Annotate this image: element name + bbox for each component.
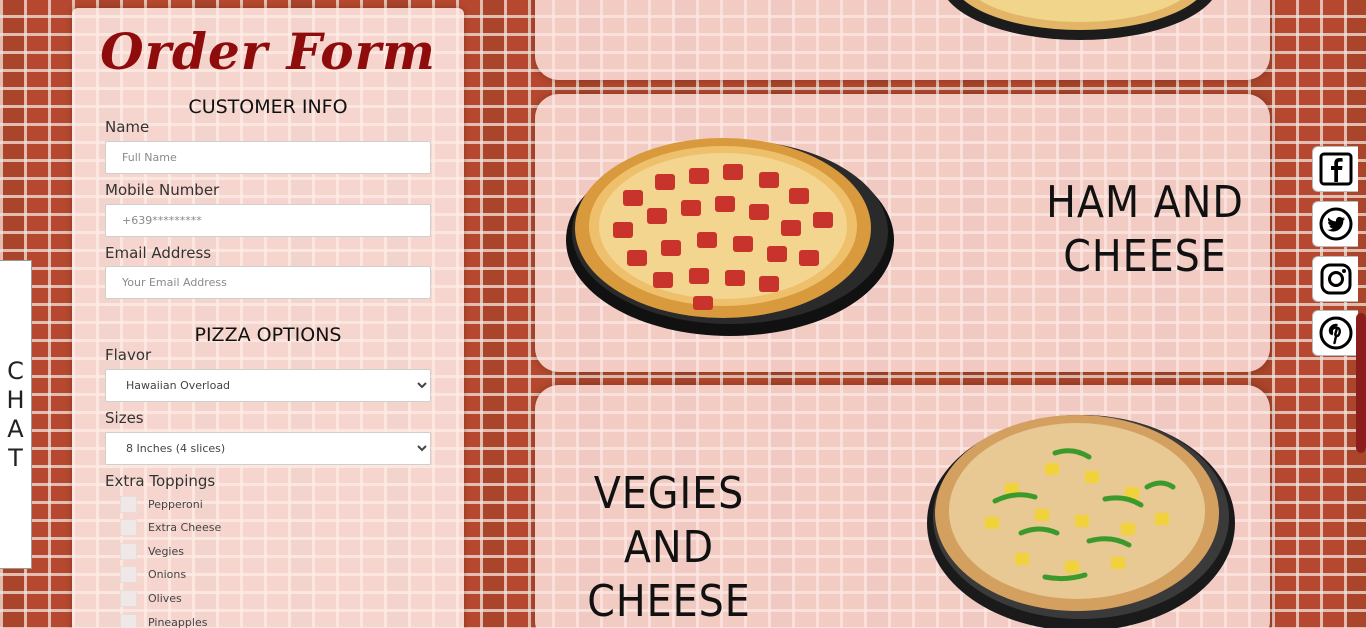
page-scrollbar[interactable] [1356,0,1366,628]
topping-checkbox[interactable] [120,542,137,560]
pepperoni-pizza-image [566,138,894,336]
topping-label: Olives [148,591,182,605]
topping-label: Onions [148,567,187,581]
email-input[interactable] [105,266,431,299]
topping-checkbox[interactable] [120,518,137,536]
topping-checkbox[interactable] [120,589,137,607]
vegie-pizza-image [927,415,1235,628]
pizza-name: HAM AND CHEESE [1046,177,1244,282]
customer-info-heading: CUSTOMER INFO [188,96,348,118]
topping-pineapples[interactable]: Pineapples [120,613,207,628]
topping-onions[interactable]: Onions [120,565,186,583]
pizza-card-vegies-and-cheese[interactable]: VEGIES AND CHEESE [535,385,1270,628]
topping-label: Pepperoni [148,497,203,511]
topping-checkbox[interactable] [120,565,137,583]
name-input[interactable] [105,141,431,174]
pinterest-link[interactable] [1312,310,1358,356]
email-label: Email Address [105,244,212,262]
topping-extra-cheese[interactable]: Extra Cheese [120,518,221,536]
size-select[interactable]: 8 Inches (4 slices) [105,432,431,465]
pizza-options-heading: PIZZA OPTIONS [194,324,342,346]
twitter-link[interactable] [1312,201,1358,247]
topping-checkbox[interactable] [120,495,137,513]
instagram-icon [1320,263,1351,295]
extra-toppings-label: Extra Toppings [105,472,216,490]
topping-label: Extra Cheese [148,520,222,534]
topping-checkbox[interactable] [120,613,137,628]
order-form-panel: Order Form CUSTOMER INFO Name Mobile Num… [72,8,464,628]
scrollbar-thumb[interactable] [1356,313,1366,453]
chat-tab[interactable]: CHAT [0,260,32,569]
topping-vegies[interactable]: Vegies [120,542,184,560]
flavor-label: Flavor [105,346,152,364]
topping-label: Pineapples [148,615,208,628]
facebook-icon [1319,152,1352,186]
pizza-card-top[interactable] [535,0,1270,80]
mobile-label: Mobile Number [105,181,220,199]
mobile-input[interactable] [105,204,431,237]
pinterest-icon [1319,316,1352,350]
instagram-link[interactable] [1312,256,1358,302]
twitter-icon [1319,207,1352,241]
chat-label: CHAT [6,356,25,472]
pizza-card-ham-and-cheese[interactable]: HAM AND CHEESE [535,94,1270,372]
name-label: Name [105,118,150,136]
pizza-name: VEGIES AND CHEESE [587,468,751,627]
pizza-image [948,0,1212,40]
topping-label: Vegies [148,544,184,558]
form-title: Order Form [100,22,436,81]
sizes-label: Sizes [105,409,144,427]
facebook-link[interactable] [1312,146,1358,192]
topping-olives[interactable]: Olives [120,589,182,607]
flavor-select[interactable]: Hawaiian Overload [105,369,431,402]
topping-pepperoni[interactable]: Pepperoni [120,495,203,513]
